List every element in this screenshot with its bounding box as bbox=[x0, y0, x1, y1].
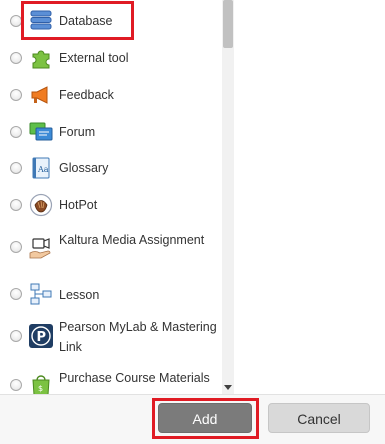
svg-text:Aa: Aa bbox=[37, 165, 49, 174]
activity-item-feedback[interactable]: Feedback bbox=[0, 76, 222, 114]
kaltura-media-icon bbox=[29, 236, 53, 260]
svg-text:$: $ bbox=[38, 384, 43, 393]
pearson-p-icon: P bbox=[29, 324, 53, 348]
scrollbar-thumb[interactable] bbox=[223, 0, 233, 48]
radio-external-tool[interactable] bbox=[10, 52, 22, 64]
scroll-down-arrow-icon[interactable] bbox=[224, 385, 232, 390]
radio-kaltura-media-assignment[interactable] bbox=[10, 241, 22, 253]
activity-label: Feedback bbox=[59, 88, 114, 102]
radio-forum[interactable] bbox=[10, 126, 22, 138]
hotpot-icon bbox=[29, 193, 53, 217]
add-button[interactable]: Add bbox=[158, 403, 252, 433]
radio-glossary[interactable] bbox=[10, 162, 22, 174]
activity-label: External tool bbox=[59, 51, 129, 65]
radio-pearson-mylab[interactable] bbox=[10, 330, 22, 342]
radio-lesson[interactable] bbox=[10, 288, 22, 300]
glossary-book-icon: Aa bbox=[29, 156, 53, 180]
activity-item-forum[interactable]: Forum bbox=[0, 114, 222, 150]
database-highlight-box bbox=[21, 1, 134, 40]
activity-label: Kaltura Media Assignment bbox=[59, 233, 205, 247]
activity-label: HotPot bbox=[59, 198, 98, 212]
lesson-flowchart-icon bbox=[29, 282, 53, 306]
cancel-button[interactable]: Cancel bbox=[268, 403, 370, 433]
chooser-footer: Add Cancel bbox=[0, 394, 385, 444]
activity-item-purchase-course-materials[interactable]: $ Purchase Course Materials bbox=[0, 364, 222, 394]
radio-feedback[interactable] bbox=[10, 89, 22, 101]
megaphone-icon bbox=[29, 83, 53, 107]
activity-list: Database External tool Feedback Forum Aa… bbox=[0, 0, 222, 394]
radio-hotpot[interactable] bbox=[10, 199, 22, 211]
svg-text:P: P bbox=[37, 330, 47, 345]
radio-purchase-course-materials[interactable] bbox=[10, 379, 22, 391]
activity-description-pane bbox=[234, 0, 385, 394]
activity-item-pearson-mylab[interactable]: P Pearson MyLab & Mastering Link bbox=[0, 312, 222, 364]
activity-label: Purchase Course Materials bbox=[59, 371, 210, 385]
list-scrollbar[interactable] bbox=[222, 0, 234, 394]
purchase-bag-icon: $ bbox=[29, 373, 53, 394]
puzzle-piece-icon bbox=[29, 46, 53, 70]
forum-icon bbox=[29, 120, 53, 144]
activity-label: Forum bbox=[59, 125, 96, 139]
activity-item-lesson[interactable]: Lesson bbox=[0, 278, 222, 312]
activity-chooser: Database External tool Feedback Forum Aa… bbox=[0, 0, 385, 444]
activity-item-external-tool[interactable]: External tool bbox=[0, 40, 222, 76]
activity-item-glossary[interactable]: Aa Glossary bbox=[0, 150, 222, 186]
activity-label: Lesson bbox=[59, 288, 100, 302]
activity-item-kaltura-media-assignment[interactable]: Kaltura Media Assignment bbox=[0, 224, 222, 278]
activity-item-hotpot[interactable]: HotPot bbox=[0, 186, 222, 224]
activity-label: Glossary bbox=[59, 161, 109, 175]
activity-label: Pearson MyLab & Mastering Link bbox=[59, 320, 217, 354]
